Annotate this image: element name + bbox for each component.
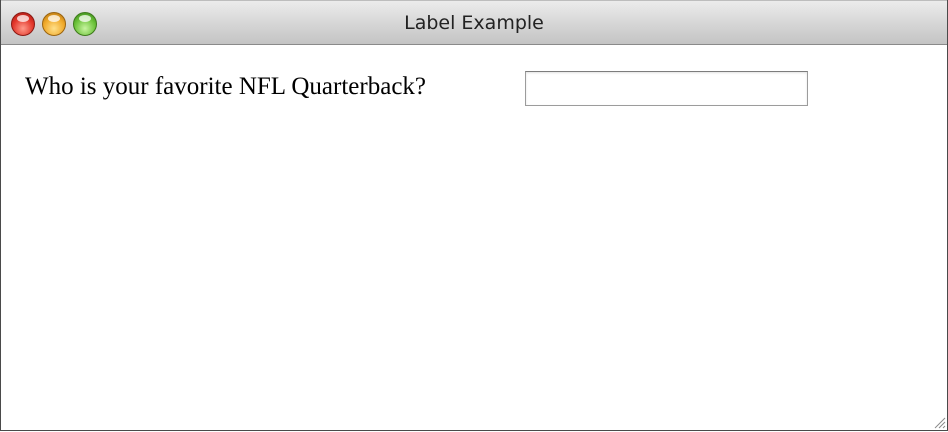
question-label[interactable]: Who is your favorite NFL Quarterback?	[25, 73, 426, 101]
title-bar[interactable]: Label Example	[1, 0, 947, 45]
resize-grip-icon[interactable]	[932, 415, 946, 429]
window-content: Who is your favorite NFL Quarterback?	[1, 45, 947, 430]
quarterback-input[interactable]	[525, 71, 808, 106]
app-window: Label Example Who is your favorite NFL Q…	[0, 0, 948, 431]
window-title: Label Example	[404, 12, 544, 34]
